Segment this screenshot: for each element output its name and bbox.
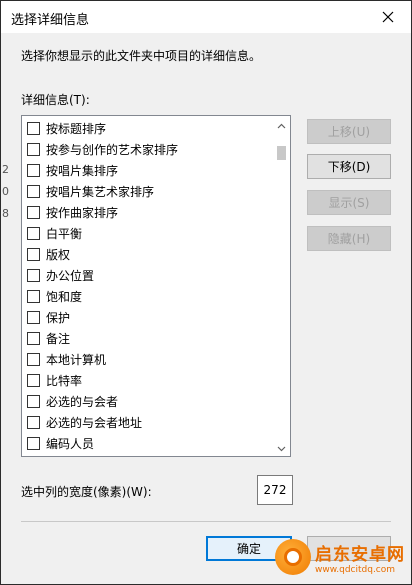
choose-details-dialog: 选择详细信息 选择你想显示的此文件夹中项目的详细信息。 详细信息(T): 按标题… [0,0,412,585]
details-listbox[interactable]: 按标题排序按参与创作的艺术家排序 按唱片集排序按唱片集艺术家排序 按作曲家排序 白平衡… [21,115,291,457]
watermark-url: www.qdcitdq.com [315,564,396,575]
details-list-item[interactable]: 必选的与会者地址 [22,412,274,433]
item-label: 保护 [46,311,71,325]
column-width-input[interactable]: 272 [257,475,293,505]
item-label: 按作曲家排序 [46,206,119,220]
details-list-item[interactable]: 白平衡 [22,223,274,244]
details-list-item[interactable]: 按唱片集艺术家排序 [22,181,274,202]
item-label: 本地计算机 [46,353,107,367]
details-list-items: 按标题排序按参与创作的艺术家排序 按唱片集排序按唱片集艺术家排序 按作曲家排序 白平衡… [22,116,274,454]
item-label: 按唱片集排序 [46,164,119,178]
details-list-item[interactable]: 按唱片集排序 [22,160,274,181]
item-label: 按参与创作的艺术家排序 [46,143,179,157]
item-checkbox[interactable] [27,332,40,345]
details-list-item[interactable]: 按作曲家排序 [22,202,274,223]
chevron-up-icon [277,118,286,132]
item-label: 版权 [46,248,71,262]
close-button[interactable] [365,1,411,33]
item-checkbox[interactable] [27,269,40,282]
site-watermark: 启东安卓网 www.qdcitdq.com [275,532,410,582]
scroll-down-button[interactable] [273,439,290,456]
details-list-label: 详细信息(T): [21,93,90,107]
details-list-item[interactable]: 必选的与会者 [22,391,274,412]
background-window-fragment: 2 [2,163,9,176]
item-label: 比特率 [46,374,83,388]
item-checkbox[interactable] [27,143,40,156]
dialog-content: 选择你想显示的此文件夹中项目的详细信息。 详细信息(T): 按标题排序按参与创作… [1,33,411,584]
watermark-name: 启东安卓网 [315,544,405,565]
background-window-fragment: 0 [2,185,9,198]
close-icon [382,11,394,23]
scroll-thumb[interactable] [277,146,286,160]
title-bar: 选择详细信息 [1,1,411,33]
item-label: 办公位置 [46,269,95,283]
dialog-description: 选择你想显示的此文件夹中项目的详细信息。 [21,49,262,63]
details-list-item[interactable]: 版权 [22,244,274,265]
item-label: 白平衡 [46,227,83,241]
chevron-down-icon [277,441,286,455]
scroll-up-button[interactable] [273,116,290,133]
details-list-item[interactable]: 饱和度 [22,286,274,307]
item-checkbox[interactable] [27,395,40,408]
show-button[interactable]: 显示(S) [307,190,391,215]
listbox-scrollbar[interactable] [273,116,290,456]
details-list-item[interactable]: 办公位置 [22,265,274,286]
details-list-item[interactable]: 按参与创作的艺术家排序 [22,139,274,160]
background-window-fragment: 8 [2,207,9,220]
item-checkbox[interactable] [27,374,40,387]
item-label: 备注 [46,332,71,346]
move-up-button[interactable]: 上移(U) [307,119,391,144]
item-checkbox[interactable] [27,122,40,135]
item-checkbox[interactable] [27,416,40,429]
details-list-item[interactable]: 备注 [22,328,274,349]
details-list-item[interactable]: 按标题排序 [22,118,274,139]
column-width-label: 选中列的宽度(像素)(W): [21,485,152,499]
item-label: 按标题排序 [46,122,107,136]
item-checkbox[interactable] [27,206,40,219]
details-list-item[interactable]: 本地计算机 [22,349,274,370]
watermark-logo-icon [275,539,311,575]
item-checkbox[interactable] [27,311,40,324]
details-list-item[interactable]: 比特率 [22,370,274,391]
item-checkbox[interactable] [27,227,40,240]
dialog-title: 选择详细信息 [11,13,90,28]
details-list-item[interactable]: 编码人员 [22,433,274,454]
hide-button[interactable]: 隐藏(H) [307,226,391,251]
item-checkbox[interactable] [27,353,40,366]
item-checkbox[interactable] [27,437,40,450]
item-label: 按唱片集艺术家排序 [46,185,155,199]
item-checkbox[interactable] [27,248,40,261]
item-checkbox[interactable] [27,290,40,303]
item-label: 必选的与会者 [46,395,119,409]
item-label: 饱和度 [46,290,83,304]
item-label: 编码人员 [46,437,95,451]
move-down-button[interactable]: 下移(D) [307,154,391,179]
item-label: 必选的与会者地址 [46,416,143,430]
item-checkbox[interactable] [27,185,40,198]
item-checkbox[interactable] [27,164,40,177]
divider [21,521,391,522]
details-list-item[interactable]: 保护 [22,307,274,328]
